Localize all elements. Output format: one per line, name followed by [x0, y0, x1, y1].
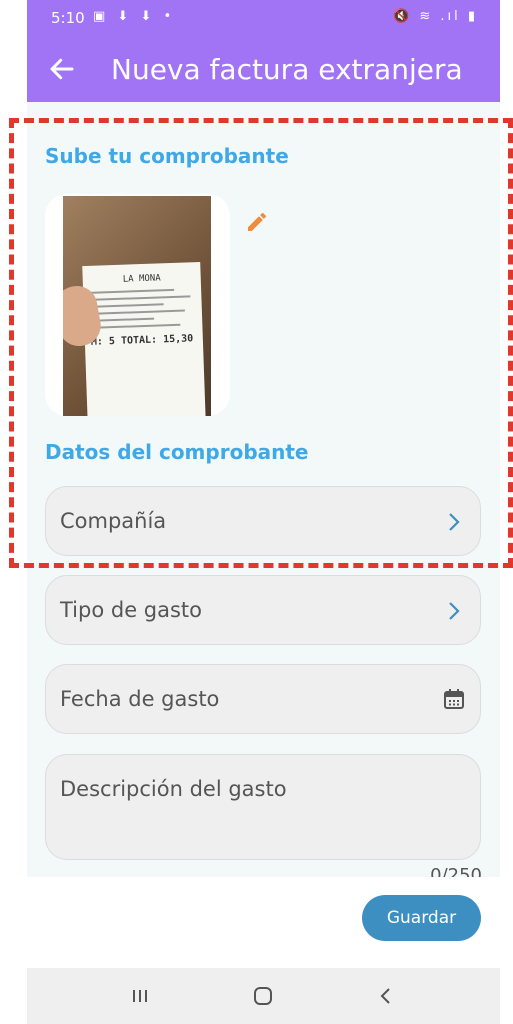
recent-apps-icon[interactable]	[125, 982, 155, 1010]
highlight-box	[9, 118, 513, 568]
back-nav-icon[interactable]	[371, 982, 401, 1010]
arrow-left-icon[interactable]	[47, 54, 77, 84]
save-button[interactable]: Guardar	[362, 895, 481, 941]
notification-icons: ▣ ⬇ ⬇ •	[93, 9, 176, 24]
chevron-right-icon	[449, 602, 460, 620]
expense-date-field[interactable]: Fecha de gasto	[45, 664, 481, 734]
expense-date-label: Fecha de gasto	[60, 687, 220, 711]
description-placeholder: Descripción del gasto	[60, 777, 287, 801]
status-time: 5:10	[51, 9, 85, 27]
status-bar: 5:10 ▣ ⬇ ⬇ • 🔇 ≋ .ıl ▮	[27, 0, 500, 36]
home-icon[interactable]	[248, 982, 278, 1010]
calendar-icon[interactable]	[442, 687, 466, 711]
expense-type-label: Tipo de gasto	[60, 598, 203, 622]
page-title: Nueva factura extranjera	[111, 53, 463, 86]
system-nav-bar	[27, 968, 500, 1024]
app-bar: Nueva factura extranjera	[27, 36, 500, 102]
system-icons: 🔇 ≋ .ıl ▮	[393, 9, 478, 24]
description-field[interactable]: Descripción del gasto	[45, 754, 481, 860]
character-counter: 0/250	[430, 865, 482, 877]
expense-type-field[interactable]: Tipo de gasto	[45, 575, 481, 645]
